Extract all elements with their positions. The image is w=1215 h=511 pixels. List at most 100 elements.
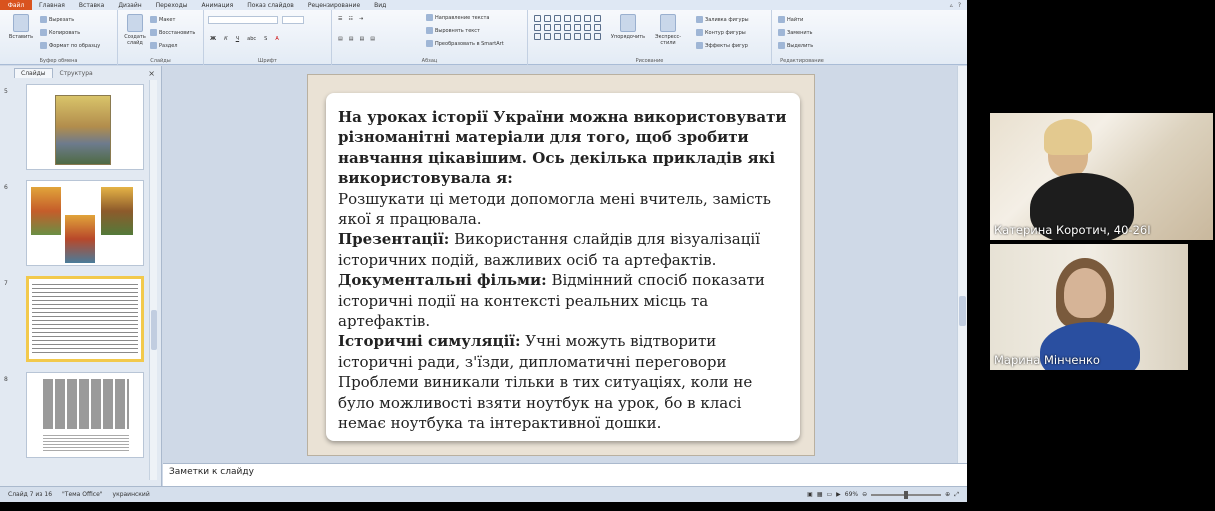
slide-thumbnail-7[interactable]: 7 xyxy=(4,276,146,362)
tab-insert[interactable]: Вставка xyxy=(72,2,111,9)
drawing-group-title: Рисование xyxy=(635,58,664,64)
notes-placeholder: Заметки к слайду xyxy=(169,467,254,477)
fit-slide-icon[interactable]: ⤢ xyxy=(954,491,959,499)
tab-view[interactable]: Вид xyxy=(367,2,393,9)
slide-text-box[interactable]: На уроках історії України можна використ… xyxy=(326,93,800,441)
scissors-icon xyxy=(40,16,47,23)
replace-button[interactable]: Заменить xyxy=(778,29,813,36)
layout-button[interactable]: Макет xyxy=(150,16,175,23)
status-bar: Слайд 7 из 16 "Тема Office" украинский ▣… xyxy=(0,486,967,502)
slide-list-item: Презентації: Використання слайдів для ві… xyxy=(338,229,788,270)
format-painter-button[interactable]: Формат по образцу xyxy=(40,42,100,49)
zoom-level[interactable]: 69% xyxy=(845,491,858,498)
slide-thumbnail-8[interactable]: 8 xyxy=(4,372,146,458)
text-direction-icon xyxy=(426,14,433,21)
shadow-icon[interactable]: S xyxy=(264,36,267,42)
paste-button[interactable]: Вставить xyxy=(8,14,34,40)
scrollbar-thumb[interactable] xyxy=(959,296,966,326)
window-controls: ▵ ? xyxy=(950,2,967,9)
ribbon-tab-bar: Файл Главная Вставка Дизайн Переходы Ани… xyxy=(0,0,967,10)
font-name-box[interactable] xyxy=(208,16,278,24)
scrollbar-thumb[interactable] xyxy=(151,310,157,350)
binoculars-icon xyxy=(778,16,785,23)
reading-view-icon[interactable]: ▭ xyxy=(826,491,832,498)
slide-paragraph: Проблеми виникали тільки в тих ситуаціях… xyxy=(338,373,753,433)
minimize-ribbon-icon[interactable]: ▵ xyxy=(950,2,953,9)
tab-transitions[interactable]: Переходы xyxy=(149,2,195,9)
slideshow-view-icon[interactable]: ▶ xyxy=(836,491,841,498)
justify-icon[interactable]: ▤ xyxy=(370,36,375,42)
shape-fill-button[interactable]: Заливка фигуры xyxy=(696,16,749,23)
bullets-icon[interactable]: ☰ xyxy=(338,16,342,22)
slide-editor: На уроках історії України можна використ… xyxy=(163,66,967,463)
slide-counter: Слайд 7 из 16 xyxy=(8,491,53,498)
text-direction-button[interactable]: Направление текста xyxy=(426,14,489,21)
numbering-icon[interactable]: ☷ xyxy=(348,16,352,22)
zoom-in-icon[interactable]: ⊕ xyxy=(945,491,950,498)
help-icon[interactable]: ? xyxy=(958,2,961,9)
notes-pane[interactable]: Заметки к слайду xyxy=(163,463,967,486)
theme-name: "Тема Office" xyxy=(62,491,103,498)
participant-name: Катерина Коротич, 40-26І xyxy=(994,223,1151,237)
effects-icon xyxy=(696,42,703,49)
shapes-gallery[interactable] xyxy=(534,15,602,40)
smartart-button[interactable]: Преобразовать в SmartArt xyxy=(426,40,504,47)
replace-icon xyxy=(778,29,785,36)
slides-panel-scrollbar[interactable] xyxy=(149,80,157,480)
section-button[interactable]: Раздел xyxy=(150,42,177,49)
reset-button[interactable]: Восстановить xyxy=(150,29,195,36)
tab-design[interactable]: Дизайн xyxy=(111,2,148,9)
tab-slideshow[interactable]: Показ слайдов xyxy=(240,2,301,9)
participant-video-2[interactable]: Марина Мінченко xyxy=(990,244,1188,370)
close-icon[interactable]: × xyxy=(148,69,155,78)
shape-effects-button[interactable]: Эффекты фигур xyxy=(696,42,748,49)
section-icon xyxy=(150,42,157,49)
shape-outline-button[interactable]: Контур фигуры xyxy=(696,29,746,36)
arrange-button[interactable]: Упорядочить xyxy=(610,14,646,40)
zoom-slider-thumb[interactable] xyxy=(904,490,909,499)
new-slide-button[interactable]: Создать слайд xyxy=(122,14,148,46)
tab-review[interactable]: Рецензирование xyxy=(301,2,367,9)
paste-icon xyxy=(13,14,29,32)
clipboard-group-title: Буфер обмена xyxy=(39,58,78,64)
normal-view-icon[interactable]: ▣ xyxy=(807,491,813,498)
tab-slides[interactable]: Слайды xyxy=(14,68,53,78)
atlas-image xyxy=(101,187,133,235)
bold-icon[interactable]: Ж xyxy=(210,36,216,42)
slide-thumbnail-6[interactable]: 6 xyxy=(4,180,146,266)
editor-scrollbar[interactable] xyxy=(957,66,967,463)
copy-button[interactable]: Копировать xyxy=(40,29,80,36)
participant-video-1[interactable]: Катерина Коротич, 40-26І xyxy=(990,113,1213,240)
italic-icon[interactable]: К xyxy=(224,36,228,42)
align-right-icon[interactable]: ▤ xyxy=(359,36,364,42)
align-text-button[interactable]: Выровнять текст xyxy=(426,27,480,34)
align-buttons: ▤ ▤ ▤ ▤ xyxy=(338,36,375,42)
font-size-box[interactable] xyxy=(282,16,304,24)
sorter-view-icon[interactable]: ▦ xyxy=(817,491,823,498)
font-color-icon[interactable]: A xyxy=(275,36,278,42)
slides-group-title: Слайды xyxy=(150,58,171,64)
tab-animations[interactable]: Анимация xyxy=(194,2,240,9)
slides-panel: Слайды Структура × 5 6 7 8 xyxy=(0,66,162,486)
zoom-slider[interactable] xyxy=(871,490,942,499)
drawing-group: Упорядочить Экспресс-стили Заливка фигур… xyxy=(528,10,772,65)
select-button[interactable]: Выделить xyxy=(778,42,813,49)
quick-styles-button[interactable]: Экспресс-стили xyxy=(648,14,688,46)
underline-icon[interactable]: Ч xyxy=(236,36,239,42)
pen-icon xyxy=(696,29,703,36)
slide-thumbnail-5[interactable]: 5 xyxy=(4,84,146,170)
zoom-out-icon[interactable]: ⊖ xyxy=(862,491,867,498)
strikethrough-icon[interactable]: abc xyxy=(247,36,256,42)
tab-outline[interactable]: Структура xyxy=(53,68,100,78)
tab-file[interactable]: Файл xyxy=(0,0,32,10)
thumbnail-text-lines xyxy=(43,433,129,451)
align-left-icon[interactable]: ▤ xyxy=(338,36,343,42)
tab-home[interactable]: Главная xyxy=(32,2,72,9)
find-button[interactable]: Найти xyxy=(778,16,803,23)
language-indicator[interactable]: украинский xyxy=(113,491,150,498)
indent-icon[interactable]: ⇥ xyxy=(359,16,363,22)
align-center-icon[interactable]: ▤ xyxy=(349,36,354,42)
smartart-icon xyxy=(426,40,433,47)
participant-silhouette xyxy=(1064,268,1106,318)
cut-button[interactable]: Вырезать xyxy=(40,16,74,23)
